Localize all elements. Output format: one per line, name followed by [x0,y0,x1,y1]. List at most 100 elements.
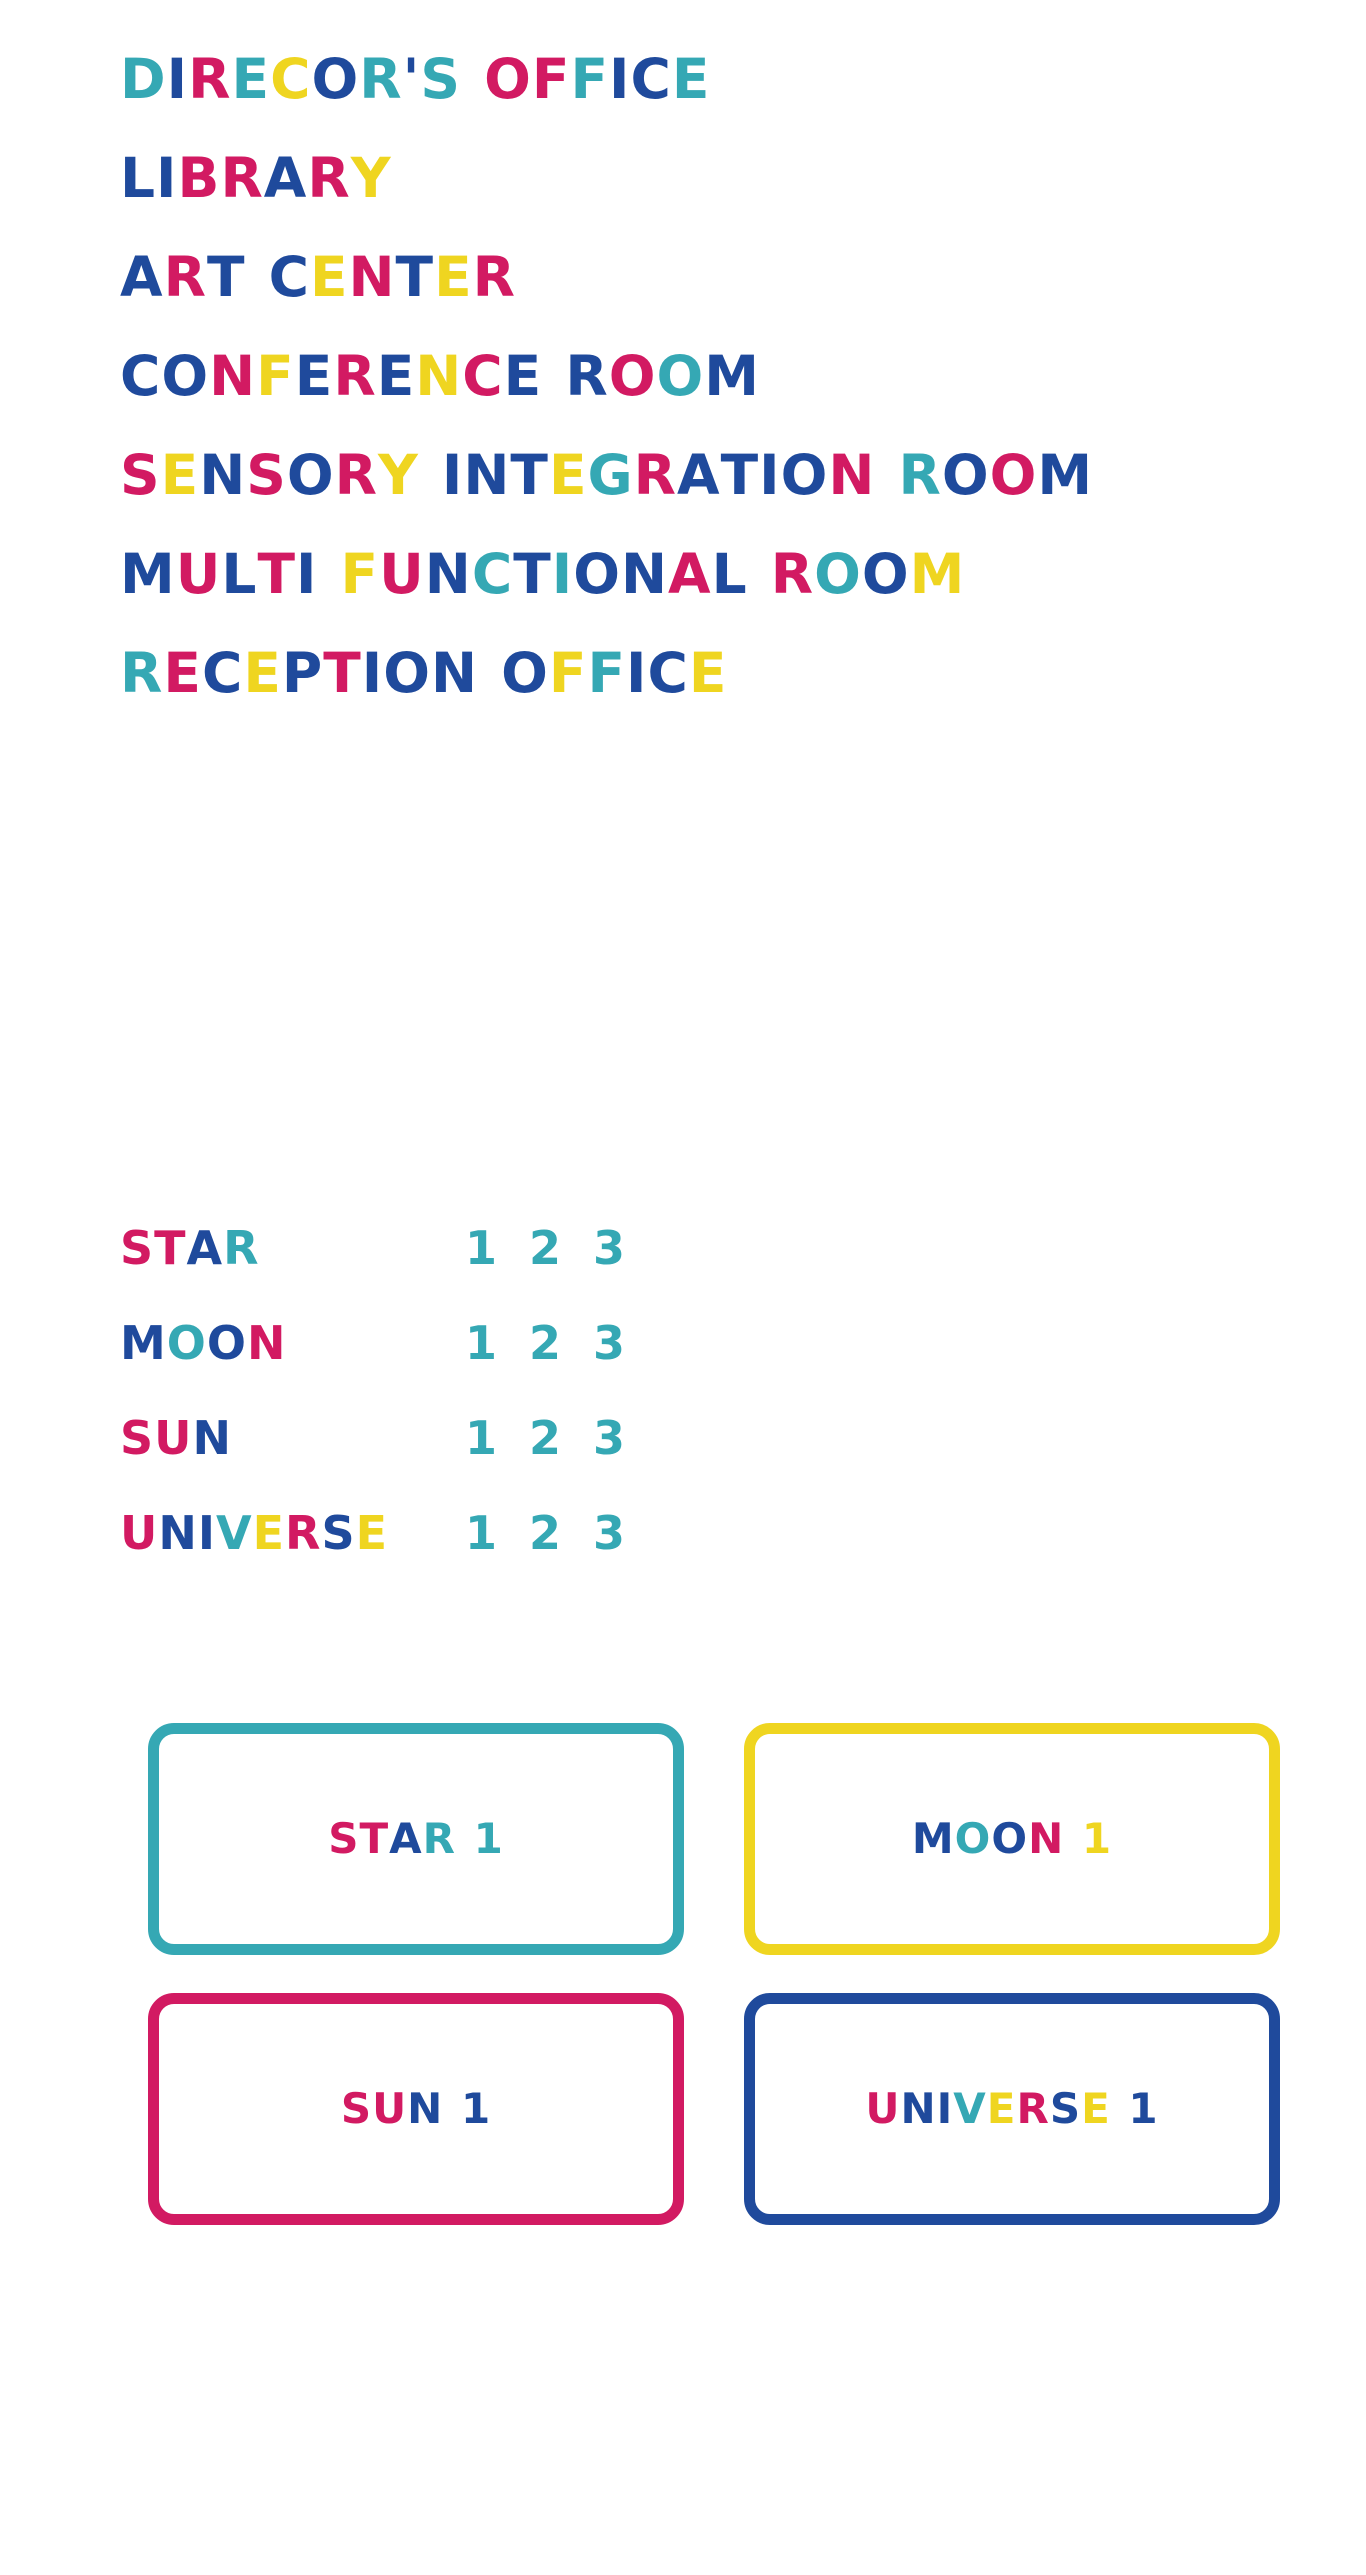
card-label-glyph: N [407,2084,444,2133]
room-title: ART CENTER [120,250,516,305]
token-number[interactable]: 1 [465,1225,497,1271]
room-title-glyph: S [120,443,161,507]
token-number[interactable]: 2 [529,1320,561,1366]
room-title-glyph: O [311,47,360,111]
token-name-glyph: A [186,1220,224,1275]
room-heading-row[interactable]: MULTI FUNCTIONAL ROOM [120,525,1300,624]
card-row: SUN 1 UNIVERSE 1 [148,1993,1280,2225]
room-title-glyph: O [989,443,1038,507]
card-label-glyph: E [986,2084,1017,2133]
room-title-glyph: O [383,641,431,705]
token-number-group: 123 [465,1225,625,1271]
room-title-glyph: ' [402,47,421,111]
room-title-glyph: C [630,47,672,111]
room-title-glyph: I [551,542,574,606]
room-title-glyph: M [704,344,760,408]
room-title-glyph: E [160,443,200,507]
card-label-glyph: S [1049,2084,1082,2133]
room-title-glyph: R [359,47,403,111]
card-button-label: STAR 1 [328,1818,504,1860]
token-number[interactable]: 1 [465,1510,497,1556]
room-title-glyph: I [166,47,189,111]
card-button-label: SUN 1 [341,2088,491,2130]
room-title-glyph: F [256,344,295,408]
token-name-glyph: R [223,1220,260,1275]
card-label-glyph: S [340,2084,373,2133]
token-row[interactable]: MOON 1 2 3 [120,1295,820,1390]
token-number[interactable]: 3 [593,1225,625,1271]
room-title-glyph [875,448,898,503]
room-title-glyph: E [434,245,473,309]
room-heading-row[interactable]: LIBRARY [120,129,1300,228]
token-list: STAR 1 2 3 MOON 1 2 3 SUN 1 2 3 UNIVERSE 1 2 3 [120,1200,820,1580]
card-button[interactable]: SUN 1 [148,1993,684,2225]
room-title-glyph: E [688,641,728,705]
token-number[interactable]: 3 [593,1510,625,1556]
card-button-area: STAR 1 MOON 1 SUN 1 UNIVERSE 1 [148,1723,1280,2263]
room-title: MULTI FUNCTIONAL ROOM [120,547,965,602]
room-title-glyph: T [720,443,760,507]
card-button[interactable]: STAR 1 [148,1723,684,1955]
signage-board: DIRECOR'S OFFICE LIBRARY ART CENTER CONFERE… [0,0,1366,2575]
room-title-glyph: O [814,542,862,606]
token-name-glyph: T [154,1220,187,1275]
token-number-glyph: 3 [593,1315,626,1370]
room-heading-row[interactable]: RECEPTION OFFICE [120,624,1300,723]
room-heading-row[interactable]: SENSORY INTEGRATION ROOM [120,426,1300,525]
room-title-glyph: O [941,443,990,507]
room-title-glyph: A [677,443,721,507]
token-number[interactable]: 1 [465,1320,497,1366]
token-row[interactable]: UNIVERSE 1 2 3 [120,1485,820,1580]
room-title-glyph [748,547,771,602]
room-title-glyph: U [175,542,222,606]
room-title-glyph: E [376,344,416,408]
token-row[interactable]: STAR 1 2 3 [120,1200,820,1295]
room-title-glyph: R [163,245,207,309]
token-name-glyph: E [252,1505,286,1560]
room-title-glyph: O [656,344,705,408]
room-title-glyph: F [548,641,588,705]
room-title-glyph [461,52,484,107]
room-title-glyph: R [898,443,942,507]
room-title-glyph: L [221,542,258,606]
room-title-glyph: N [209,344,257,408]
card-label-glyph: R [1016,2084,1050,2133]
card-label-glyph: I [936,2084,954,2133]
token-number[interactable]: 3 [593,1415,625,1461]
token-number[interactable]: 2 [529,1510,561,1556]
token-row[interactable]: SUN 1 2 3 [120,1390,820,1485]
room-title-glyph: C [462,344,504,408]
card-button[interactable]: UNIVERSE 1 [744,1993,1280,2225]
room-heading-row[interactable]: CONFERENCE ROOM [120,327,1300,426]
room-title-glyph: Y [377,443,419,507]
room-title-glyph: F [570,47,610,111]
token-number[interactable]: 2 [529,1415,561,1461]
room-title-glyph: Y [350,146,392,210]
room-title-glyph: E [294,344,334,408]
token-name-glyph: S [120,1410,155,1465]
card-label-glyph: U [865,2084,901,2133]
room-title-glyph: I [295,542,318,606]
token-number-glyph: 2 [529,1315,562,1370]
room-title: CONFERENCE ROOM [120,349,760,404]
card-label-glyph: N [1028,1814,1065,1863]
token-number[interactable]: 3 [593,1320,625,1366]
room-heading-list: DIRECOR'S OFFICE LIBRARY ART CENTER CONFERE… [120,30,1300,723]
room-title-glyph [478,646,501,701]
room-heading-row[interactable]: DIRECOR'S OFFICE [120,30,1300,129]
room-title-glyph: N [348,245,396,309]
room-title-glyph [245,250,268,305]
token-number[interactable]: 1 [465,1415,497,1461]
room-heading-row[interactable]: ART CENTER [120,228,1300,327]
room-title-glyph: T [257,542,296,606]
room-title-glyph: R [633,443,678,507]
room-title: DIRECOR'S OFFICE [120,52,710,107]
token-number-group: 123 [465,1320,625,1366]
room-title-glyph: F [340,542,380,606]
room-title-glyph: N [415,344,463,408]
card-label-glyph: 1 [1128,2084,1159,2133]
token-number[interactable]: 2 [529,1225,561,1271]
room-title-glyph: R [770,542,815,606]
card-button[interactable]: MOON 1 [744,1723,1280,1955]
room-title-glyph: O [484,47,532,111]
